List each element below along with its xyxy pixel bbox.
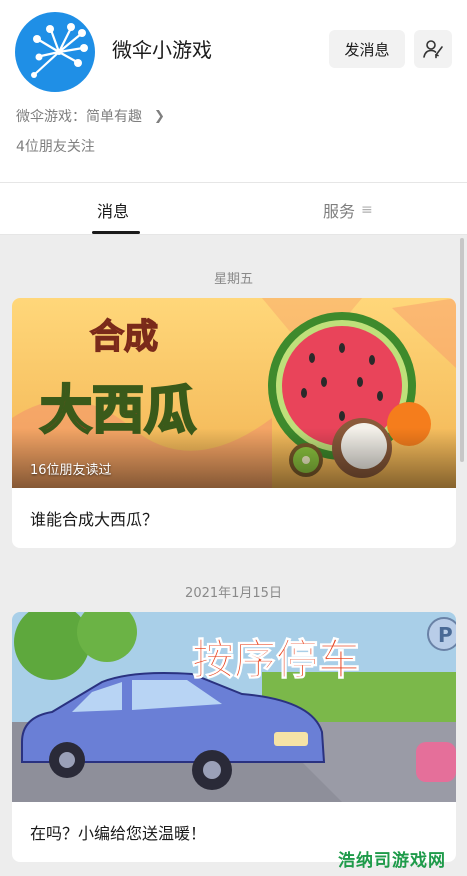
dandelion-logo-icon xyxy=(31,23,88,78)
svg-text:P: P xyxy=(438,623,453,647)
tab-messages[interactable]: 消息 xyxy=(97,198,129,222)
feed-date: 星期五 xyxy=(213,272,253,287)
menu-icon: ≡ xyxy=(361,202,373,218)
article-cover-image: 合成 大西瓜 16位朋友读过 xyxy=(12,298,456,488)
account-name: 微伞小游戏 xyxy=(112,38,212,62)
friends-read-count: 16位朋友读过 xyxy=(30,463,112,478)
account-header: 微伞小游戏 发消息 微伞游戏：简单有趣 ❯ 4位朋友关注 xyxy=(0,0,467,182)
cover-title-line-1: 合成 xyxy=(90,317,158,357)
site-watermark: 浩纳司游戏网 xyxy=(338,851,446,871)
account-description-link[interactable]: 微伞游戏：简单有趣 ❯ xyxy=(16,106,165,126)
article-cover-image: P 按序停车 xyxy=(12,612,456,802)
send-message-button[interactable]: 发消息 xyxy=(329,30,405,68)
account-description: 微伞游戏：简单有趣 xyxy=(16,109,142,125)
tab-bar: 消息 服务 ≡ xyxy=(0,182,467,235)
tab-services[interactable]: 服务 ≡ xyxy=(323,198,373,222)
feed-date: 2021年1月15日 xyxy=(185,586,282,601)
account-avatar[interactable] xyxy=(15,12,95,92)
article-title: 谁能合成大西瓜？ xyxy=(30,510,159,529)
cover-title: 按序停车 xyxy=(192,635,360,684)
profile-settings-button[interactable] xyxy=(414,30,452,68)
cover-shade xyxy=(12,428,456,488)
article-card[interactable]: 合成 大西瓜 16位朋友读过 谁能合成大西瓜？ xyxy=(12,298,456,548)
person-settings-icon xyxy=(423,40,443,59)
chevron-right-icon: ❯ xyxy=(154,108,165,124)
article-card[interactable]: P 按序停车 在吗？小编给您送温暖！ xyxy=(12,612,456,862)
tab-services-label: 服务 xyxy=(323,202,356,221)
friends-follow-count: 4位朋友关注 xyxy=(16,139,95,155)
article-title: 在吗？小编给您送温暖！ xyxy=(30,824,207,843)
active-tab-indicator xyxy=(92,231,140,234)
